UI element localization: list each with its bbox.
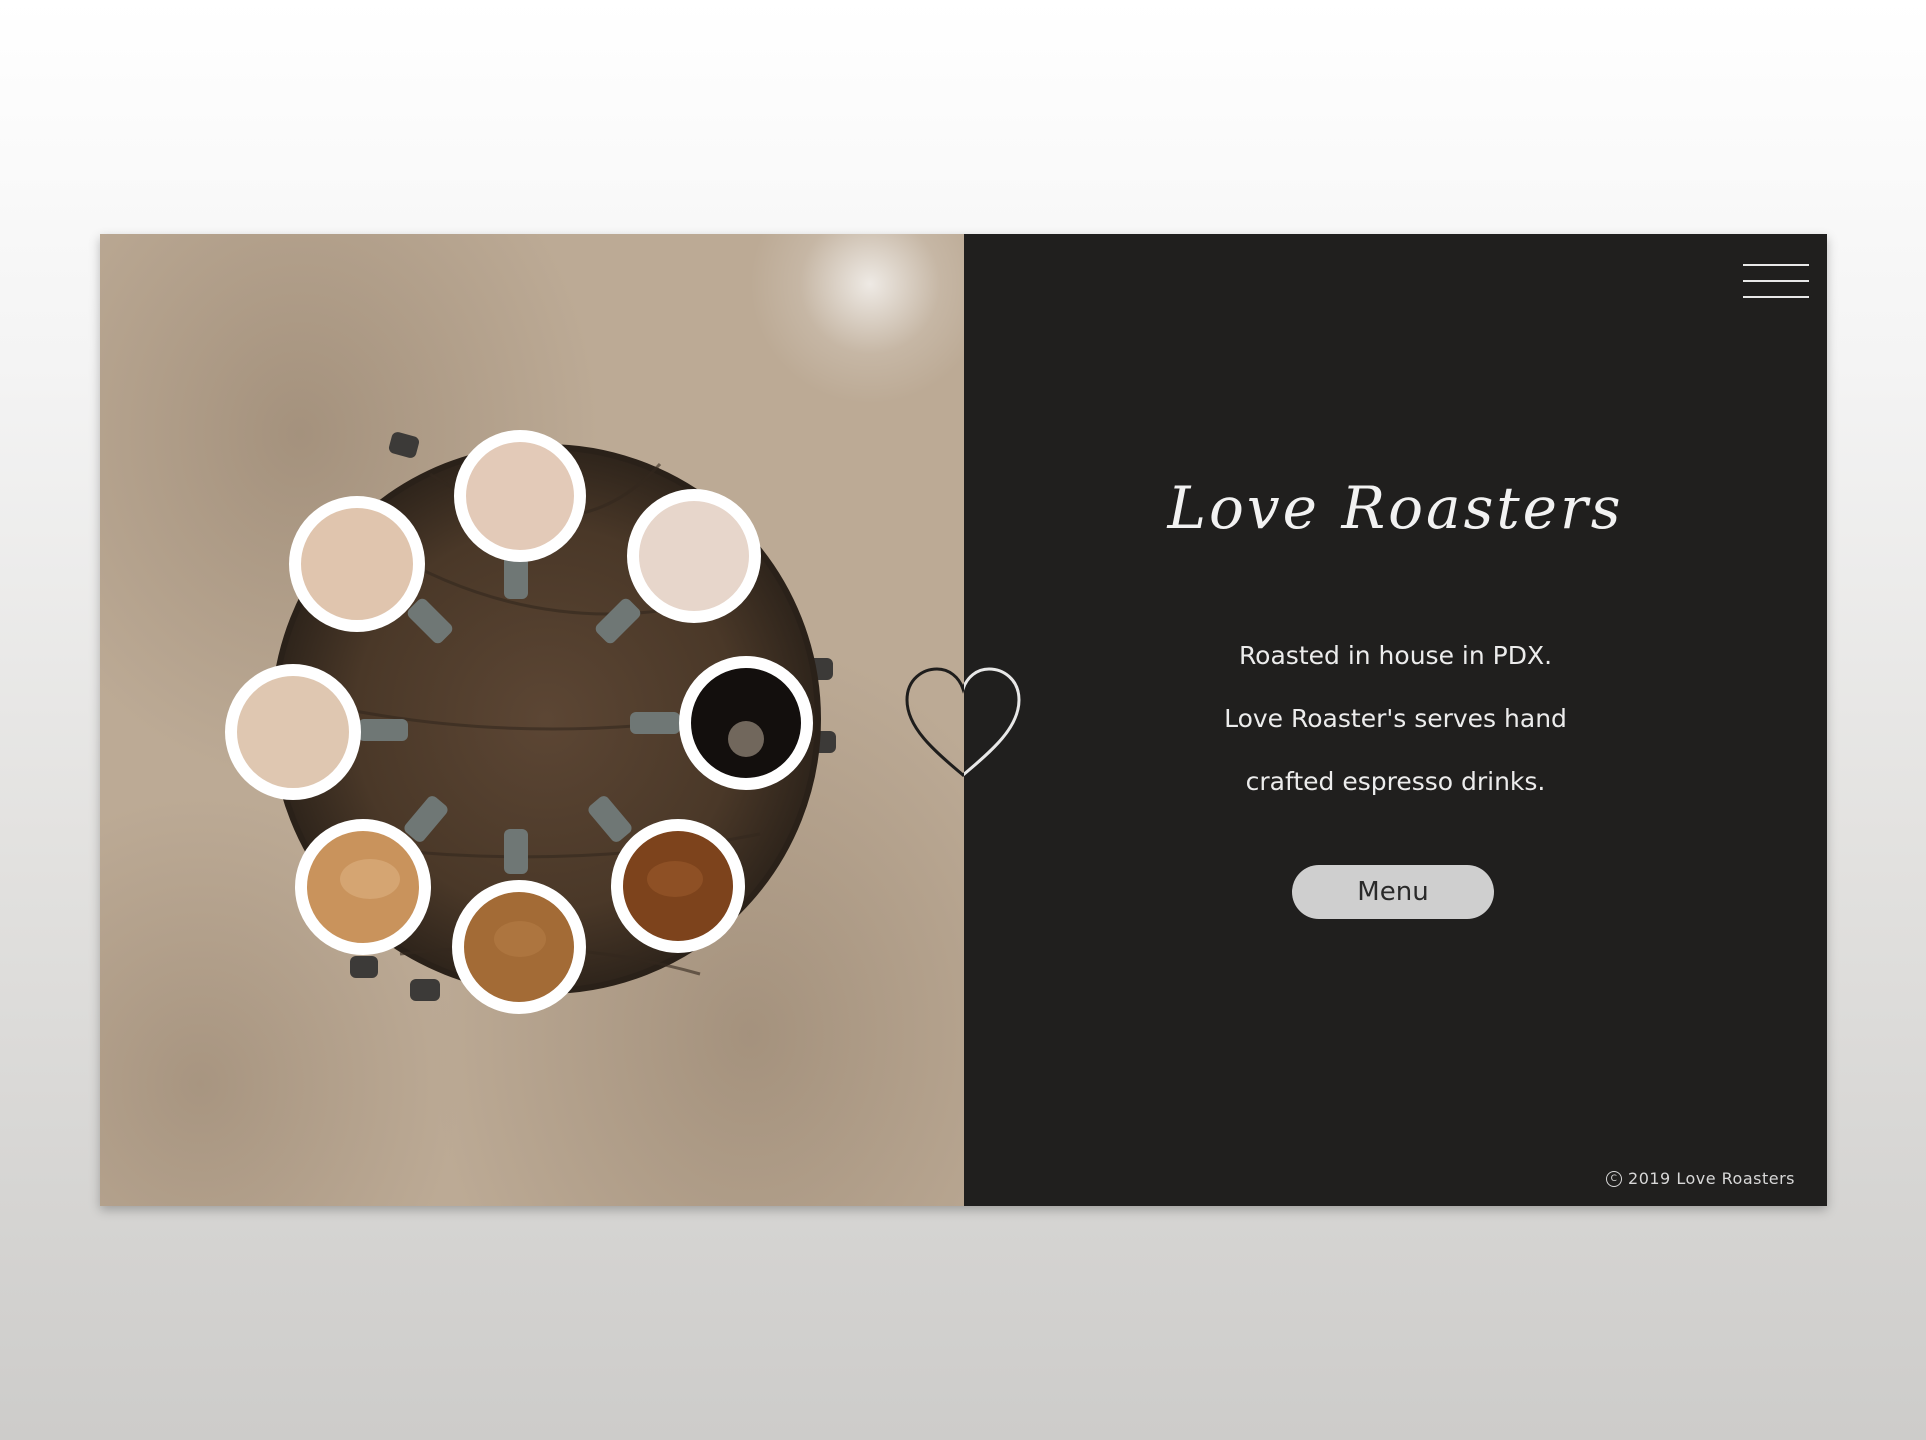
brand-title: Love Roasters — [1167, 474, 1624, 542]
heart-outline-icon — [905, 667, 1021, 777]
intro-panel: Love Roasters Roasted in house in PDX. L… — [964, 234, 1827, 1206]
footer: C 2019 Love Roasters — [1606, 1169, 1795, 1188]
copyright-text: 2019 Love Roasters — [1628, 1169, 1795, 1188]
menu-button[interactable]: Menu — [1292, 865, 1494, 919]
tagline-line: Roasted in house in PDX. — [1238, 641, 1553, 670]
tagline-line: Love Roaster's serves hand — [1224, 704, 1567, 733]
hamburger-menu-icon[interactable] — [1743, 264, 1809, 300]
coffee-cups-photo — [100, 234, 964, 1206]
coffee-cups-illustration — [225, 430, 836, 1014]
copyright-icon: C — [1606, 1170, 1623, 1187]
tagline-line: crafted espresso drinks. — [1245, 767, 1546, 796]
tagline: Roasted in house in PDX. Love Roaster's … — [964, 624, 1827, 813]
